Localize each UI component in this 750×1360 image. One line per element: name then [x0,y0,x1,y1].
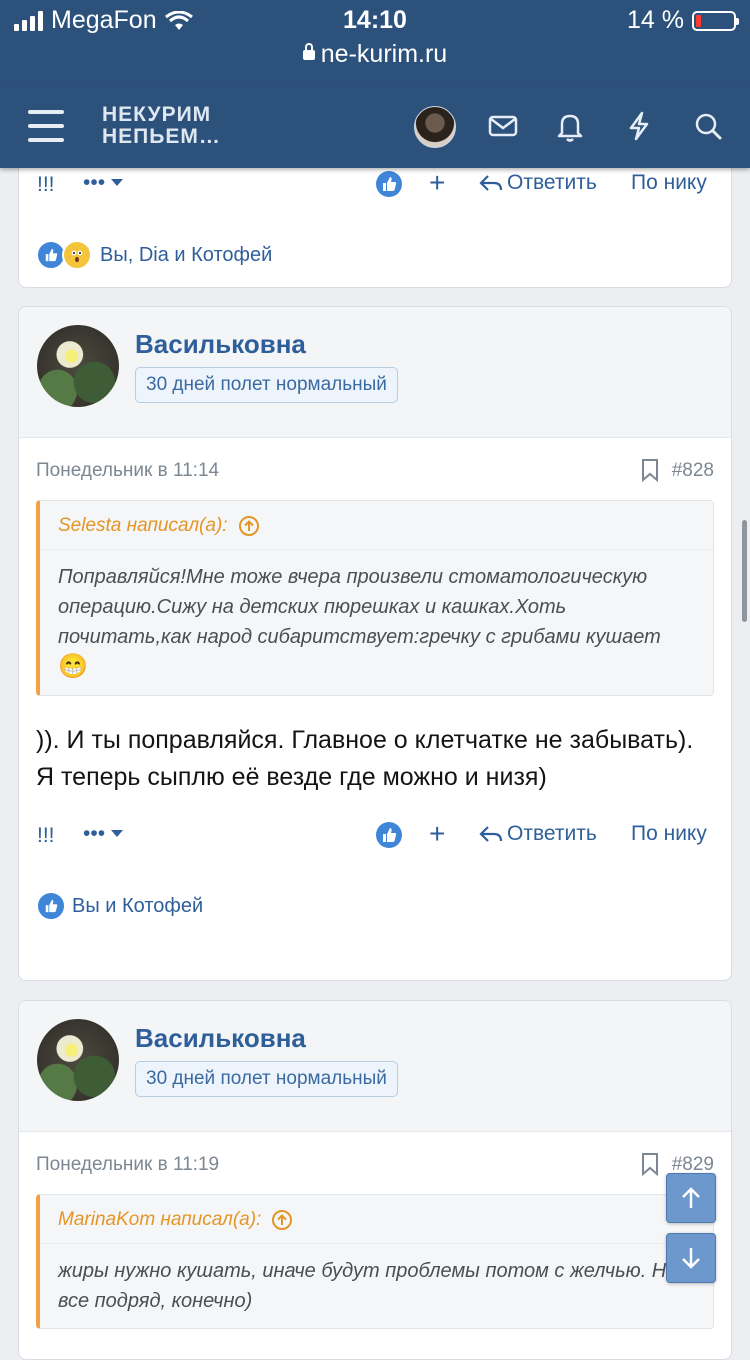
username[interactable]: Васильковна [135,1023,306,1054]
bookmark-icon[interactable] [641,1152,659,1176]
url-text: ne-kurim.ru [320,40,448,68]
battery-percent: 14 % [627,6,684,34]
reactions-summary[interactable]: Вы, Dia и Котофей [19,225,731,285]
mail-icon[interactable] [483,106,523,146]
arrow-up-circle-icon[interactable] [271,1209,293,1231]
username[interactable]: Васильковна [135,329,306,360]
user-avatar[interactable] [414,106,456,148]
battery-status: 14 % [627,6,739,35]
chevron-down-icon [111,179,124,186]
quote-nick-button[interactable]: По нику [631,822,707,846]
quote-body-text: Поправляйся!Мне тоже вчера произвели сто… [58,566,661,648]
arrow-down-icon [682,1248,700,1269]
post-date[interactable]: Понедельник в 11:19 [36,1154,219,1176]
post-partial: !!! ••• + Ответить По нику Вы, Dia и Кот… [18,150,732,288]
user-title-badge: 30 дней полет нормальный [135,1061,398,1097]
lock-icon [302,43,315,61]
post-user-block: Васильковна 30 дней полет нормальный [19,1001,731,1132]
status-bar: MegaFon 14:10 14 % ne-kurim.ru [0,0,750,84]
wow-reaction-icon [62,240,92,270]
quote-nick-button[interactable]: По нику [631,171,707,195]
reply-icon [479,826,503,842]
reactions-text: Вы и Котофей [72,894,204,917]
plus-button[interactable]: + [429,818,445,850]
avatar[interactable] [37,325,119,407]
battery-icon [692,10,739,31]
post-actions: !!! ••• + Ответить По нику [19,167,731,225]
plus-button[interactable]: + [429,167,445,199]
thumbs-up-icon [383,177,397,191]
post-meta: Понедельник в 11:19 #829 [19,1132,731,1194]
post-829: Васильковна 30 дней полет нормальный Пон… [18,1000,732,1360]
thumbs-up-icon [383,828,397,842]
reply-label: Ответить [507,822,597,845]
arrow-up-icon [682,1187,700,1208]
arrow-up-circle-icon[interactable] [238,515,260,537]
scroll-top-button[interactable] [666,1173,716,1223]
quote-text: Поправляйся!Мне тоже вчера произвели сто… [40,550,713,695]
address-bar[interactable]: ne-kurim.ru [0,40,750,69]
quote-header[interactable]: MarinaKom написал(а): [40,1195,713,1244]
reply-label: Ответить [507,171,597,194]
logo-line1: НЕКУРИМ [102,103,212,126]
post-body: )). И ты поправляйся. Главное о клетчатк… [36,726,694,791]
reply-button[interactable]: Ответить [479,822,597,846]
post-date[interactable]: Понедельник в 11:14 [36,460,219,482]
site-logo[interactable]: НЕКУРИМ НЕПЬЕМ… [102,104,221,148]
reactions-text: Вы, Dia и Котофей [100,243,273,266]
scroll-bottom-button[interactable] [666,1233,716,1283]
site-header: НЕКУРИМ НЕПЬЕМ… [0,84,750,168]
avatar[interactable] [37,1019,119,1101]
grin-emoji-icon: 😁 [58,653,88,680]
bell-icon[interactable] [550,106,590,146]
quote-author: MarinaKom написал(а): [58,1209,262,1230]
like-button[interactable] [376,822,402,848]
user-title-badge: 30 дней полет нормальный [135,367,398,403]
reply-icon [479,175,503,191]
post-828: Васильковна 30 дней полет нормальный Пон… [18,306,732,981]
quote-block: MarinaKom написал(а): жиры нужно кушать,… [36,1194,714,1329]
post-meta: Понедельник в 11:14 #828 [19,438,731,500]
reply-button[interactable]: Ответить [479,171,597,195]
like-button[interactable] [376,171,402,197]
menu-icon[interactable] [28,110,64,142]
like-reaction-icon [36,891,66,921]
mod-button[interactable]: !!! [37,824,55,848]
post-number[interactable]: #828 [672,460,714,482]
more-menu-button[interactable]: ••• [83,822,124,846]
post-actions: !!! ••• + Ответить По нику [19,818,731,876]
scrollbar[interactable] [742,520,747,622]
more-menu-button[interactable]: ••• [83,171,124,195]
mod-button[interactable]: !!! [37,173,55,197]
reactions-summary[interactable]: Вы и Котофей [19,876,731,936]
post-user-block: Васильковна 30 дней полет нормальный [19,307,731,438]
more-label: ••• [83,822,106,845]
quote-author: Selesta написал(а): [58,515,228,536]
more-label: ••• [83,171,106,194]
quote-block: Selesta написал(а): Поправляйся!Мне тоже… [36,500,714,696]
search-icon[interactable] [688,106,728,146]
quote-header[interactable]: Selesta написал(а): [40,501,713,550]
chevron-down-icon [111,830,124,837]
logo-line2: НЕПЬЕМ… [102,125,221,148]
bolt-icon[interactable] [619,106,659,146]
bookmark-icon[interactable] [641,458,659,482]
quote-text: жиры нужно кушать, иначе будут проблемы … [58,1260,678,1312]
